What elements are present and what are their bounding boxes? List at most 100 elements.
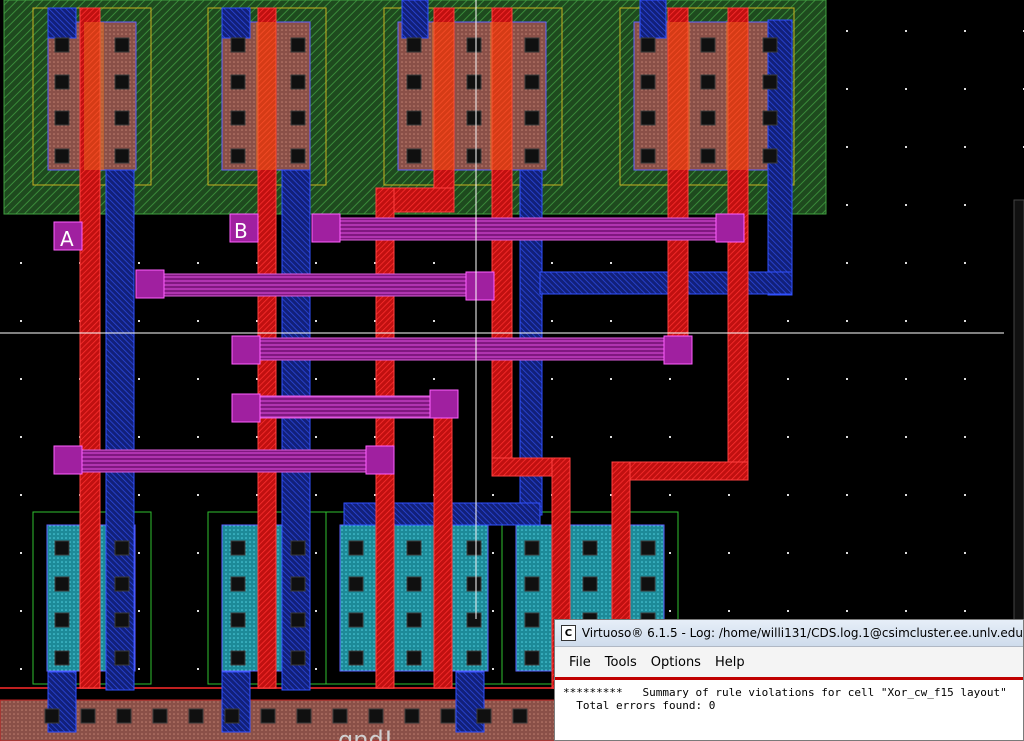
grid-dot: [964, 494, 966, 496]
grid-dot: [138, 494, 140, 496]
grid-dot: [846, 146, 848, 148]
contact-square: [524, 650, 540, 666]
grid-dot: [905, 88, 907, 90]
contact-square: [406, 37, 422, 53]
grid-dot: [492, 610, 494, 612]
contact-square: [332, 708, 348, 724]
contact-square: [466, 576, 482, 592]
contact-square: [524, 148, 540, 164]
grid-dot: [669, 494, 671, 496]
grid-dot: [905, 378, 907, 380]
contact-square: [700, 110, 716, 126]
contact-square: [80, 708, 96, 724]
contact-square: [230, 37, 246, 53]
contact-square: [230, 110, 246, 126]
contact-square: [114, 110, 130, 126]
grid-dot: [138, 320, 140, 322]
grid-dot: [315, 552, 317, 554]
grid-dot: [669, 552, 671, 554]
contact-square: [348, 612, 364, 628]
grid-dot: [20, 320, 22, 322]
contact-square: [54, 148, 70, 164]
grid-dot: [315, 320, 317, 322]
grid-dot: [787, 552, 789, 554]
grid-dot: [197, 668, 199, 670]
contact-square: [290, 148, 306, 164]
log-window-titlebar[interactable]: C Virtuoso® 6.1.5 - Log: /home/willi131/…: [555, 620, 1023, 647]
canvas-scrollbar[interactable]: [1013, 199, 1024, 621]
grid-dot: [20, 668, 22, 670]
grid-dot: [315, 436, 317, 438]
grid-dot: [138, 610, 140, 612]
menu-options[interactable]: Options: [651, 655, 701, 670]
log-window-title: Virtuoso® 6.1.5 - Log: /home/willi131/CD…: [581, 626, 1023, 640]
contact-square: [440, 708, 456, 724]
grid-dot: [846, 88, 848, 90]
contact-square: [762, 110, 778, 126]
contact-square: [230, 612, 246, 628]
grid-dot: [964, 88, 966, 90]
menu-file[interactable]: File: [569, 655, 591, 670]
grid-dot: [964, 262, 966, 264]
grid-dot: [610, 378, 612, 380]
grid-dot: [905, 494, 907, 496]
grid-dot: [905, 320, 907, 322]
contact-square: [54, 74, 70, 90]
virtuoso-app-icon: C: [561, 625, 576, 641]
contact-square: [290, 612, 306, 628]
log-output[interactable]: ********* Summary of rule violations for…: [555, 680, 1023, 740]
contact-square: [230, 650, 246, 666]
grid-dot: [315, 262, 317, 264]
contact-square: [230, 576, 246, 592]
grid-dot: [846, 30, 848, 32]
contact-square: [114, 650, 130, 666]
contact-square: [368, 708, 384, 724]
grid-dot: [669, 610, 671, 612]
contact-square: [524, 576, 540, 592]
contact-square: [290, 74, 306, 90]
grid-dot: [728, 610, 730, 612]
contact-square: [524, 74, 540, 90]
grid-dot: [905, 552, 907, 554]
contact-square: [54, 540, 70, 556]
grid-dot: [433, 262, 435, 264]
grid-dot: [964, 610, 966, 612]
grid-dot: [787, 494, 789, 496]
grid-dot: [138, 262, 140, 264]
grid-dot: [669, 436, 671, 438]
grid-dot: [433, 320, 435, 322]
grid-dot: [138, 378, 140, 380]
contact-square: [406, 110, 422, 126]
contact-square: [700, 37, 716, 53]
grid-dot: [197, 552, 199, 554]
grid-dot: [787, 610, 789, 612]
contact-square: [406, 612, 422, 628]
contact-square: [152, 708, 168, 724]
grid-dot: [315, 378, 317, 380]
contact-square: [54, 110, 70, 126]
menu-tools[interactable]: Tools: [605, 655, 637, 670]
grid-dot: [846, 494, 848, 496]
contact-square: [466, 650, 482, 666]
grid-dot: [138, 552, 140, 554]
grid-dot: [905, 610, 907, 612]
grid-dot: [315, 610, 317, 612]
contact-square: [700, 148, 716, 164]
grid-dot: [964, 436, 966, 438]
grid-dot: [728, 494, 730, 496]
log-window[interactable]: C Virtuoso® 6.1.5 - Log: /home/willi131/…: [554, 619, 1024, 741]
contact-square: [466, 37, 482, 53]
metal2-routes: [67, 217, 731, 473]
contact-square: [476, 708, 492, 724]
grid-dot: [20, 552, 22, 554]
grid-dot: [964, 30, 966, 32]
grid-dot: [20, 262, 22, 264]
contact-square: [224, 708, 240, 724]
contact-square: [762, 74, 778, 90]
contact-square: [290, 110, 306, 126]
contact-square: [524, 540, 540, 556]
contact-square: [404, 708, 420, 724]
pin-label-b: B: [234, 219, 248, 243]
grid-dot: [315, 494, 317, 496]
menu-help[interactable]: Help: [715, 655, 745, 670]
